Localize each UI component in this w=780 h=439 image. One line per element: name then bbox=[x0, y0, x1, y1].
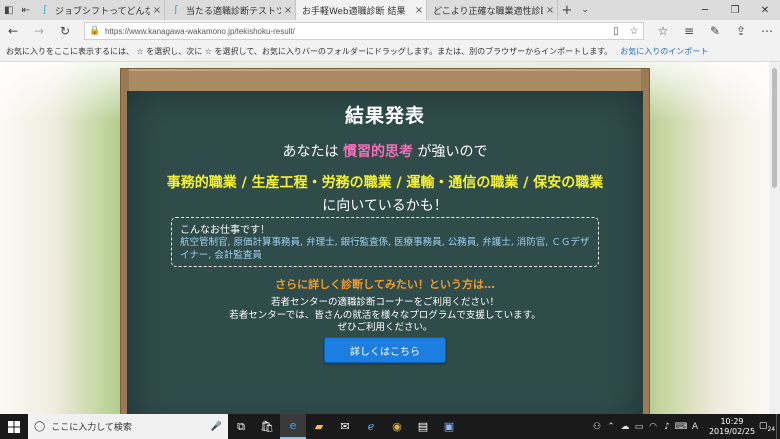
more-diagnosis-heading: さらに詳しく診断してみたい！という方は… bbox=[275, 278, 495, 291]
tab-scroll-right-icon[interactable]: ⇤ bbox=[22, 5, 30, 16]
tab-close-icon[interactable]: × bbox=[150, 5, 164, 16]
keyboard-icon[interactable]: ⌨ bbox=[674, 422, 688, 432]
intro-line: 若者センターの適職診断コーナーをご利用ください！ bbox=[270, 297, 499, 308]
tab-aptitude-test[interactable]: どこより正確な職業適性診断 × bbox=[427, 0, 558, 20]
page-viewport: 結果発表 あなたは 慣習的思考 が強いので 事務的職業 / 生産工程・労務の職業… bbox=[0, 62, 769, 414]
favorites-hint-bar: お気に入りをここに表示するには、 ☆ を選択し、次に ☆ を選択して、お気に入り… bbox=[0, 42, 780, 62]
tab-title: お手軽Web適職診断 結果 bbox=[302, 6, 406, 17]
tab-close-icon[interactable]: × bbox=[412, 5, 426, 16]
lock-icon: 🔒 bbox=[89, 26, 101, 36]
tray-chevron-up-icon[interactable]: ⌃ bbox=[604, 422, 618, 432]
taskbar-search-placeholder: ここに入力して検索 bbox=[51, 423, 132, 433]
tab-tool-summary[interactable]: ʃ 当たる適職診断テストツールまと × bbox=[165, 0, 296, 20]
tab-title: ジョブシフトってどんなサイト？新 bbox=[55, 6, 150, 17]
forward-icon[interactable]: → bbox=[26, 20, 52, 42]
ime-icon[interactable]: A bbox=[688, 422, 702, 432]
tab-title: どこより正確な職業適性診断 bbox=[433, 6, 543, 17]
chalkboard: 結果発表 あなたは 慣習的思考 が強いので 事務的職業 / 生産工程・労務の職業… bbox=[127, 91, 643, 414]
battery-icon[interactable]: ▭ bbox=[632, 422, 646, 432]
task-view-icon[interactable]: ⧉ bbox=[228, 414, 254, 439]
share-icon[interactable]: ⇪ bbox=[728, 20, 754, 42]
tab-list-chevron-icon[interactable]: ⌄ bbox=[576, 0, 594, 20]
clock-time: 10:29 bbox=[720, 416, 744, 426]
address-bar[interactable]: 🔒 https://www.kanagawa-wakamono.jp/tekis… bbox=[84, 22, 644, 40]
reading-view-icon[interactable]: ▯ bbox=[607, 26, 625, 37]
cortana-icon: ◯ bbox=[34, 421, 46, 432]
scroll-thumb[interactable] bbox=[772, 68, 777, 188]
job-examples-box: こんなお仕事です！ 航空管制官, 原価計算事務員, 弁理士, 銀行監査係, 医療… bbox=[171, 217, 599, 267]
job-examples-title: こんなお仕事です！ bbox=[180, 225, 270, 236]
show-desktop-button[interactable] bbox=[776, 414, 780, 439]
notes-icon[interactable]: ✎ bbox=[702, 20, 728, 42]
network-icon[interactable]: ☁ bbox=[618, 422, 632, 432]
minimize-icon[interactable]: ─ bbox=[690, 0, 720, 20]
suited-job-categories: 事務的職業 / 生産工程・労務の職業 / 運輸・通信の職業 / 保安の職業 bbox=[166, 175, 604, 191]
more-menu-icon[interactable]: ⋯ bbox=[754, 20, 780, 42]
wifi-icon[interactable]: ◠ bbox=[646, 422, 660, 432]
navigation-bar: ← → ↻ 🔒 https://www.kanagawa-wakamono.jp… bbox=[0, 20, 780, 42]
page-scrollbar[interactable] bbox=[769, 62, 780, 414]
strong-prefix: あなたは bbox=[282, 144, 343, 160]
microphone-icon[interactable]: 🎤 bbox=[211, 422, 222, 432]
taskbar: ◯ ここに入力して検索 🎤 ⧉ 🛍 e ▰ ✉ ℯ ◉ ▤ ▣ ⚇ ⌃ ☁ ▭ … bbox=[0, 414, 780, 439]
internet-explorer-icon[interactable]: ℯ bbox=[358, 414, 384, 439]
tab-close-icon[interactable]: × bbox=[543, 5, 557, 16]
notification-count: 24 bbox=[767, 425, 776, 433]
volume-icon[interactable]: ♪ bbox=[660, 422, 674, 432]
job-examples-list: 航空管制官, 原価計算事務員, 弁理士, 銀行監査係, 医療事務員, 公務員, … bbox=[180, 237, 590, 261]
new-tab-button[interactable]: + bbox=[558, 0, 576, 20]
details-button[interactable]: 詳しくはこちら bbox=[324, 337, 446, 363]
file-explorer-icon[interactable]: ▰ bbox=[306, 414, 332, 439]
start-button[interactable] bbox=[0, 414, 28, 439]
window-controls: ─ ❐ ✕ bbox=[690, 0, 780, 20]
people-icon[interactable]: ⚇ bbox=[590, 422, 604, 432]
clock-date: 2019/02/25 bbox=[708, 426, 756, 436]
suited-jobs-suffix: に向いているかも！ bbox=[322, 198, 448, 214]
center-intro: 若者センターの適職診断コーナーをご利用ください！ 若者センターでは、皆さんの就活… bbox=[127, 297, 643, 335]
tab-web-diagnosis-result[interactable]: お手軽Web適職診断 結果 × bbox=[296, 0, 427, 20]
strong-thinking-line: あなたは 慣習的思考 が強いので bbox=[127, 141, 643, 161]
windows-logo-icon bbox=[8, 420, 20, 433]
tab-strip: ◧ ⇤ ʃ ジョブシフトってどんなサイト？新 × ʃ 当たる適職診断テストツール… bbox=[0, 0, 780, 20]
store-icon[interactable]: 🛍 bbox=[254, 414, 280, 439]
tab-favicon-icon: ʃ bbox=[174, 5, 178, 15]
tab-favicon-icon: ʃ bbox=[43, 5, 47, 15]
favorites-import-link[interactable]: お気に入りのインポート bbox=[620, 46, 708, 57]
notification-center-icon[interactable]: ▢24 bbox=[758, 421, 776, 433]
intro-line: ぜひご利用ください。 bbox=[337, 322, 433, 333]
favorite-star-icon[interactable]: ☆ bbox=[625, 26, 643, 37]
tab-title: 当たる適職診断テストツールまと bbox=[186, 6, 281, 17]
system-tray: ⚇ ⌃ ☁ ▭ ◠ ♪ ⌨ A 10:29 2019/02/25 ▢24 bbox=[590, 414, 780, 439]
taskbar-search[interactable]: ◯ ここに入力して検索 🎤 bbox=[28, 414, 228, 439]
chalkboard-frame: 結果発表 あなたは 慣習的思考 が強いので 事務的職業 / 生産工程・労務の職業… bbox=[120, 68, 650, 414]
maximize-icon[interactable]: ❐ bbox=[720, 0, 750, 20]
document-app-icon[interactable]: ▤ bbox=[410, 414, 436, 439]
strong-suffix: が強いので bbox=[413, 144, 488, 160]
mail-icon[interactable]: ✉ bbox=[332, 414, 358, 439]
tab-scroll-left-icon[interactable]: ◧ bbox=[4, 5, 13, 16]
back-icon[interactable]: ← bbox=[0, 20, 26, 42]
url-text[interactable]: https://www.kanagawa-wakamono.jp/tekisho… bbox=[105, 27, 295, 36]
favorites-hub-icon[interactable]: ☆ bbox=[650, 20, 676, 42]
tab-jobshift[interactable]: ʃ ジョブシフトってどんなサイト？新 × bbox=[34, 0, 165, 20]
thinking-type: 慣習的思考 bbox=[343, 144, 413, 160]
clock[interactable]: 10:29 2019/02/25 bbox=[706, 417, 758, 437]
favorites-hint-text: お気に入りをここに表示するには、 ☆ を選択し、次に ☆ を選択して、お気に入り… bbox=[6, 47, 613, 56]
tab-close-icon[interactable]: × bbox=[281, 5, 295, 16]
suited-jobs-line: 事務的職業 / 生産工程・労務の職業 / 運輸・通信の職業 / 保安の職業 に向… bbox=[159, 172, 611, 218]
reading-list-icon[interactable]: ≡ bbox=[676, 20, 702, 42]
close-icon[interactable]: ✕ bbox=[750, 0, 780, 20]
edge-icon[interactable]: e bbox=[280, 414, 306, 439]
intro-line: 若者センターでは、皆さんの就活を様々なプログラムで支援しています。 bbox=[229, 309, 541, 321]
refresh-icon[interactable]: ↻ bbox=[52, 20, 78, 42]
image-app-icon[interactable]: ▣ bbox=[436, 414, 462, 439]
tab-pager[interactable]: ◧ ⇤ bbox=[0, 0, 34, 20]
chrome-icon[interactable]: ◉ bbox=[384, 414, 410, 439]
result-title: 結果発表 bbox=[344, 105, 425, 127]
